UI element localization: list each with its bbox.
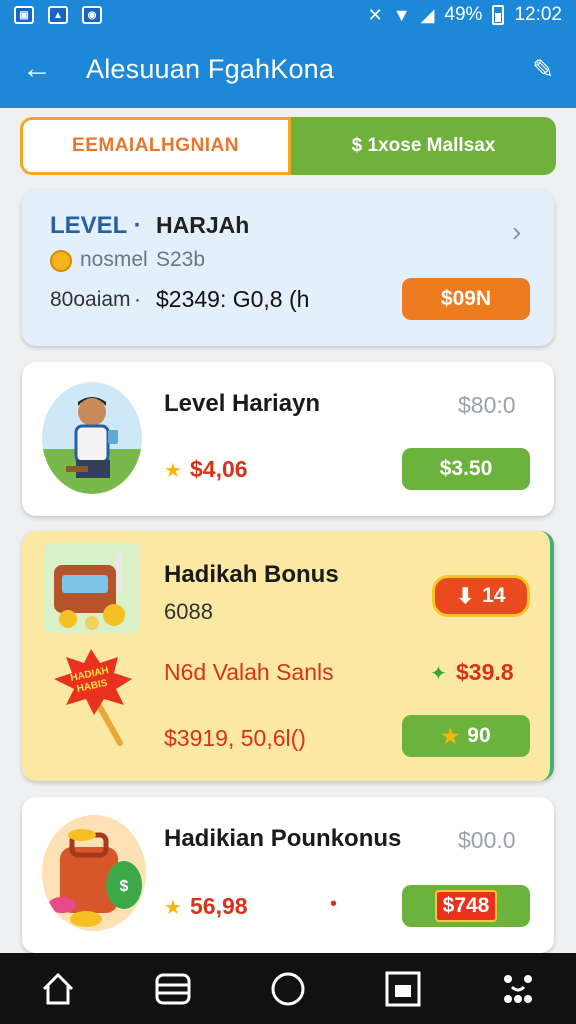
level-label: LEVEL ·: [50, 212, 142, 239]
recents-icon[interactable]: [383, 969, 423, 1009]
bonus-line-value: $39.8: [456, 659, 514, 685]
back-arrow-icon[interactable]: ←: [22, 52, 62, 86]
dot-separator: ·: [134, 288, 141, 311]
card-price: $00.0: [458, 827, 516, 853]
card-title: Hadikah Bonus: [164, 561, 339, 588]
page-title: Alesuuan FgahKona: [86, 53, 335, 84]
wifi-icon: ▼: [392, 4, 411, 25]
star-value: 56,98: [190, 893, 248, 919]
sub-value: S23b: [156, 248, 206, 271]
notification-app-icon: ◉: [82, 6, 102, 24]
star-icon: ★: [164, 460, 182, 482]
bonus-line-label: N6d Valah Sanls: [164, 659, 334, 685]
bottom-nav-bar: [0, 953, 576, 1024]
badge-value: 14: [482, 584, 506, 607]
battery-percent: 49%: [444, 4, 483, 25]
tab-bar: EEMAIALHGNIAN $ 1xose Mallsax: [20, 117, 556, 175]
card-title: Hadikian Pounkonus: [164, 825, 402, 852]
menu-icon[interactable]: [153, 969, 193, 1009]
grid-icon[interactable]: [498, 969, 538, 1009]
card-price: $80:0: [458, 392, 516, 418]
sub-label: nosmel: [80, 248, 148, 271]
svg-text:$: $: [120, 878, 129, 895]
claim-button[interactable]: $09N: [402, 278, 530, 320]
star-value: $4,06: [190, 456, 248, 482]
notification-image-icon: ▣: [14, 6, 34, 24]
button-value: 90: [467, 724, 491, 747]
bonus-claim-button[interactable]: ★ 90: [402, 715, 530, 757]
avatar: [42, 382, 142, 494]
card-title: Level Hariayn: [164, 390, 321, 417]
app-bar: ← Alesuuan FgahKona ✎: [0, 30, 576, 108]
bag-illustration: $: [42, 815, 146, 931]
buy-button[interactable]: $3.50: [402, 448, 530, 490]
clock: 12:02: [514, 4, 562, 25]
star-icon: ★: [441, 725, 460, 748]
status-bar: ▣ ▲ ◉ ✕ ▼ ◢ 49% 12:02: [0, 0, 576, 30]
bullet-dot: •: [330, 893, 338, 915]
coin-icon: [50, 250, 72, 272]
battery-icon: [492, 5, 505, 25]
sale-sticker: HADIAH HABIS: [48, 647, 134, 747]
circle-icon[interactable]: [268, 969, 308, 1009]
tab-daily[interactable]: EEMAIALHGNIAN: [20, 117, 291, 175]
bonus-card[interactable]: Hadikah Bonus 6088 ⬇ 14 HADIAH HABIS N6d…: [22, 531, 554, 781]
home-icon[interactable]: [38, 969, 78, 1009]
leaf-icon: ✦: [430, 663, 447, 685]
vibrate-icon: ✕: [367, 4, 383, 25]
tab-bonus[interactable]: $ 1xose Mallsax: [291, 117, 556, 175]
notification-photo-icon: ▲: [48, 6, 68, 24]
button-value: $748: [434, 890, 498, 922]
level-summary-card[interactable]: LEVEL · HARJAh › nosmel S23b 80oaiam · $…: [22, 190, 554, 346]
foot-value: $2349: G0,8 (h: [156, 286, 310, 312]
bonus-foot-value: $3919, 50,6l(): [164, 725, 306, 751]
edit-pen-icon[interactable]: ✎: [532, 54, 554, 85]
star-icon: ★: [164, 897, 182, 919]
bonus-badge[interactable]: ⬇ 14: [432, 575, 530, 617]
foot-label: 80oaiam: [50, 288, 131, 311]
level-name: HARJAh: [156, 212, 250, 238]
chevron-right-icon[interactable]: ›: [512, 216, 521, 248]
bus-illustration: [44, 543, 140, 633]
pounkonus-card[interactable]: $ Hadikian Pounkonus $00.0 ★ 56,98 • $74…: [22, 797, 554, 953]
level-reward-card[interactable]: Level Hariayn $80:0 ★ $4,06 $3.50: [22, 362, 554, 516]
card-subtitle: 6088: [164, 599, 213, 624]
signal-icon: ◢: [420, 4, 435, 25]
arrow-down-icon: ⬇: [456, 584, 475, 608]
buy-button[interactable]: $748: [402, 885, 530, 927]
